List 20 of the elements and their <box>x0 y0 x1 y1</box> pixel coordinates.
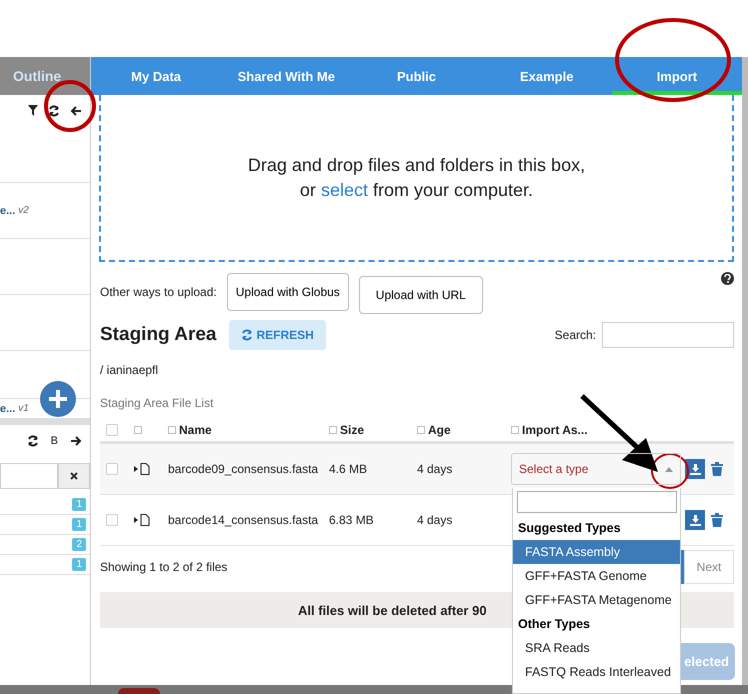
file-size: 6.83 MB <box>329 513 375 527</box>
file-size: 4.6 MB <box>329 462 368 476</box>
drop-text: from your computer. <box>373 180 534 200</box>
list-title: Staging Area File List <box>100 396 214 410</box>
drop-text: Drag and drop files and folders in this box, <box>248 154 586 178</box>
group-title: Suggested Types <box>517 520 622 537</box>
count-badge: 1 <box>72 498 86 511</box>
search-label: Search: <box>554 328 596 342</box>
file-age: 4 days <box>417 513 454 527</box>
count-badge: 1 <box>72 518 86 531</box>
file-name: barcode09_consensus.fasta <box>168 462 320 476</box>
showing-text: Showing 1 to 2 of 2 files <box>100 560 228 574</box>
drop-text: or <box>300 180 316 200</box>
count-badge: 2 <box>72 538 86 551</box>
count-badge: 1 <box>72 558 86 571</box>
file-age: 4 days <box>417 462 454 476</box>
file-name: barcode14_consensus.fasta <box>168 513 320 527</box>
upload-label: Other ways to upload: <box>100 285 217 299</box>
folder-path: / ianinaepfl <box>100 363 160 377</box>
section-title: Staging Area <box>100 324 216 346</box>
